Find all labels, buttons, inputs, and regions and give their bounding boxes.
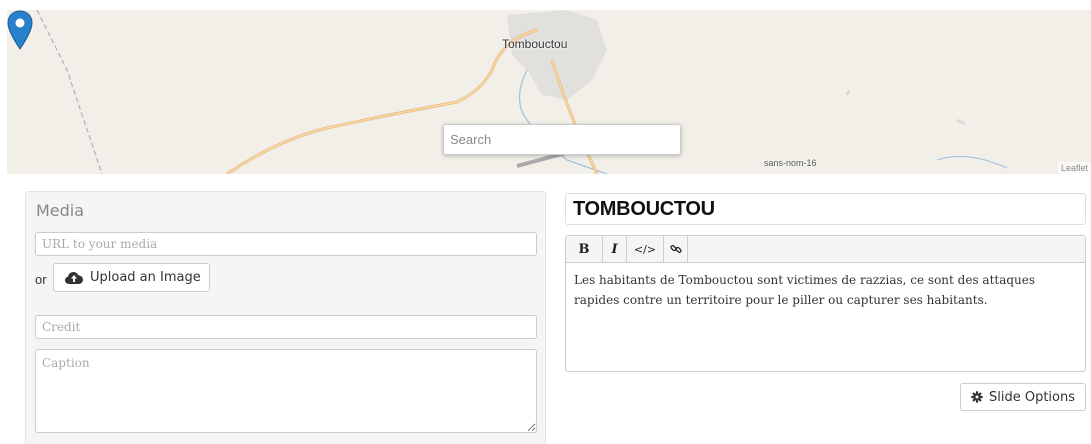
editor-toolbar: B I </> [566,236,1085,263]
map-marker-icon[interactable] [7,10,33,50]
map[interactable]: Tombouctou sans-nom-16 Leaflet [7,10,1091,174]
slide-title-input[interactable]: TOMBOUCTOU [565,193,1086,225]
caption-textarea[interactable] [35,349,537,433]
or-label: or [35,272,47,287]
upload-image-label: Upload an Image [90,270,201,285]
italic-button[interactable]: I [603,236,627,262]
editor-content[interactable]: Les habitants de Tombouctou sont victime… [566,263,1085,317]
slide-options-button[interactable]: Slide Options [960,383,1086,411]
link-icon [669,245,682,253]
link-button[interactable] [664,236,688,262]
map-area-label: sans-nom-16 [764,158,817,168]
map-city-label: Tombouctou [502,37,568,51]
upload-image-button[interactable]: Upload an Image [53,263,210,292]
gear-icon [971,391,983,403]
bold-button[interactable]: B [566,236,603,262]
text-editor: B I </> Les habitants de Tombouctou sont… [565,235,1086,372]
media-title: Media [36,201,85,220]
media-panel: Media or Upload an Image [25,191,546,444]
media-url-input[interactable] [35,232,537,256]
credit-input[interactable] [35,315,537,339]
map-search-input[interactable] [443,124,681,155]
cloud-upload-icon [65,271,83,284]
slide-options-label: Slide Options [988,389,1076,405]
map-attribution[interactable]: Leaflet [1057,162,1091,174]
code-button[interactable]: </> [627,236,664,262]
